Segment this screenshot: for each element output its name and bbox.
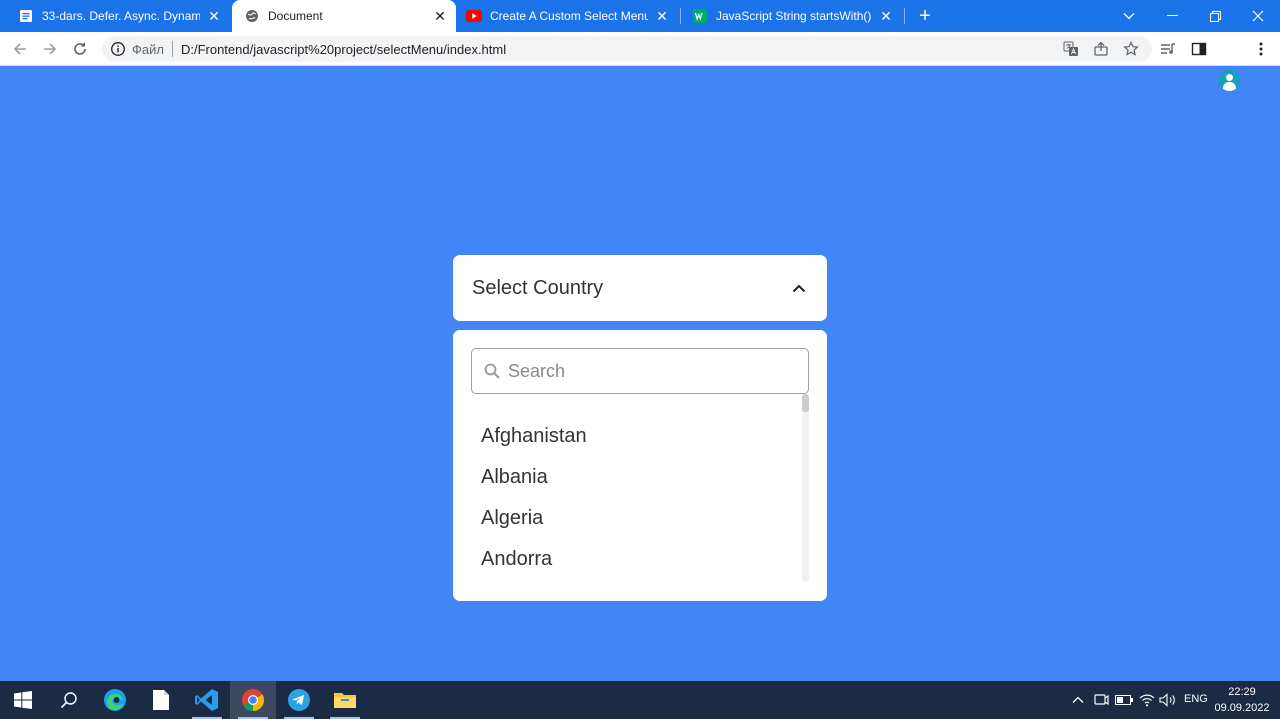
scheme-label: Файл	[132, 41, 164, 57]
close-icon[interactable]: ✕	[206, 8, 222, 24]
close-icon[interactable]: ✕	[878, 8, 894, 24]
system-clock[interactable]: 22:29 09.09.2022	[1212, 684, 1272, 716]
search-box[interactable]	[471, 348, 809, 394]
battery-icon[interactable]	[1115, 691, 1133, 709]
tab-title: JavaScript String startsWith() usu	[716, 9, 872, 23]
country-option[interactable]: Andorra	[471, 539, 801, 580]
notepad-icon[interactable]	[138, 681, 184, 719]
tab-title: Create A Custom Select Menu in	[490, 9, 648, 23]
back-arrow-icon[interactable]	[8, 37, 32, 61]
tab-title: 33-dars. Defer. Async. Dynamic s	[42, 9, 200, 23]
globe-icon	[244, 8, 260, 24]
tab-title: Document	[268, 9, 323, 23]
close-window-icon[interactable]	[1236, 0, 1280, 32]
info-icon[interactable]	[110, 41, 126, 57]
search-input[interactable]	[508, 360, 798, 382]
browser-toolbar: Файл D:/Frontend/javascript%20project/se…	[0, 32, 1280, 91]
tab-startswith[interactable]: JavaScript String startsWith() usu ✕	[682, 0, 902, 32]
chrome-icon[interactable]	[230, 681, 276, 719]
profile-avatar-icon[interactable]	[1219, 70, 1240, 91]
w3-icon	[692, 8, 708, 24]
close-icon[interactable]: ✕	[432, 8, 448, 24]
country-option[interactable]: Albania	[471, 457, 801, 498]
country-option[interactable]: Afghanistan	[471, 416, 801, 457]
youtube-icon	[466, 8, 482, 24]
scrollbar-track[interactable]	[802, 394, 809, 582]
start-icon[interactable]	[0, 681, 46, 719]
chevron-up-icon	[790, 279, 808, 297]
tab-document[interactable]: Document ✕	[232, 0, 456, 32]
meet-now-icon[interactable]	[1092, 691, 1110, 709]
dropdown-panel: Afghanistan Albania Algeria Andorra	[453, 330, 827, 601]
country-options-list: Afghanistan Albania Algeria Andorra	[471, 416, 801, 580]
url-text[interactable]: D:/Frontend/javascript%20project/selectM…	[181, 42, 506, 57]
restore-icon[interactable]	[1193, 0, 1237, 32]
edge-icon[interactable]	[92, 681, 138, 719]
vscode-icon[interactable]	[184, 681, 230, 719]
search-icon[interactable]	[46, 681, 92, 719]
tray-chevron-up-icon[interactable]	[1069, 691, 1087, 709]
forward-arrow-icon[interactable]	[38, 37, 62, 61]
select-country-button[interactable]: Select Country	[453, 255, 827, 321]
tab-search-chevron-icon[interactable]	[1107, 0, 1151, 32]
input-language-indicator[interactable]: ENG	[1184, 693, 1208, 705]
telegram-icon[interactable]	[276, 681, 322, 719]
tab-custom-select[interactable]: Create A Custom Select Menu in ✕	[458, 0, 678, 32]
wifi-icon[interactable]	[1138, 691, 1156, 709]
reload-icon[interactable]	[68, 37, 92, 61]
reading-list-icon[interactable]	[1157, 38, 1179, 60]
bookmark-star-icon[interactable]	[1120, 38, 1142, 60]
clock-date: 09.09.2022	[1214, 702, 1270, 714]
windows-taskbar: ENG 22:29 09.09.2022	[0, 681, 1280, 719]
country-option[interactable]: Algeria	[471, 498, 801, 539]
tab-separator	[904, 8, 905, 24]
tab-strip: 33-dars. Defer. Async. Dynamic s ✕ Docum…	[0, 0, 1280, 32]
share-icon[interactable]	[1090, 38, 1112, 60]
more-menu-icon[interactable]	[1250, 38, 1272, 60]
tab-separator	[680, 8, 681, 24]
address-bar[interactable]: Файл D:/Frontend/javascript%20project/se…	[102, 36, 1152, 62]
volume-icon[interactable]	[1159, 691, 1177, 709]
minimize-icon[interactable]	[1150, 0, 1194, 32]
clock-time: 22:29	[1228, 686, 1256, 698]
new-tab-button[interactable]: +	[912, 0, 938, 32]
tab-defer-async[interactable]: 33-dars. Defer. Async. Dynamic s ✕	[8, 0, 230, 32]
omnibox-divider	[171, 41, 173, 57]
translate-icon[interactable]	[1060, 38, 1082, 60]
search-icon	[482, 361, 502, 381]
doc-icon	[18, 8, 34, 24]
explorer-icon[interactable]	[322, 681, 368, 719]
select-label: Select Country	[472, 276, 604, 299]
scrollbar-thumb[interactable]	[802, 394, 809, 412]
close-icon[interactable]: ✕	[654, 8, 670, 24]
side-panel-icon[interactable]	[1188, 38, 1210, 60]
